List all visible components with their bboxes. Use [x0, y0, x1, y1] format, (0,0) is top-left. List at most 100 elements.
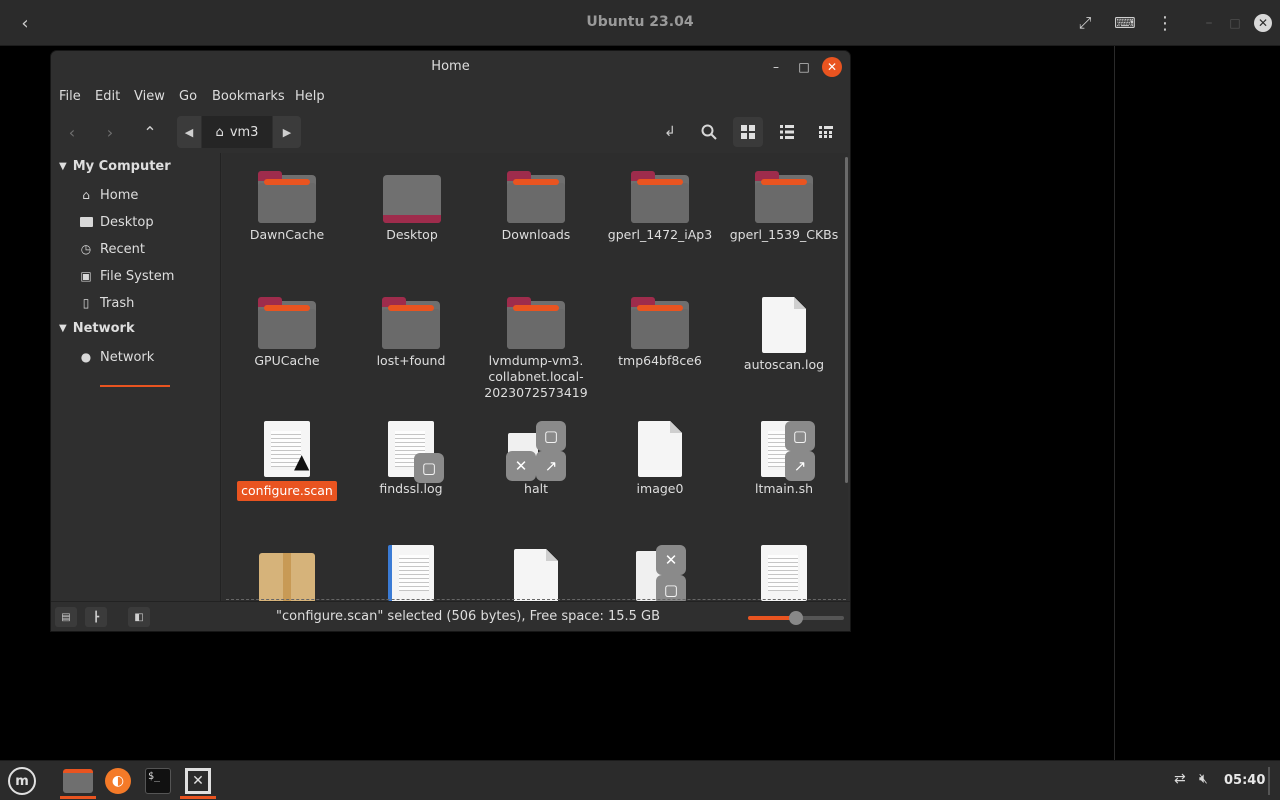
sidebar-item-network[interactable]: ● Network: [79, 347, 155, 367]
triangle-right-icon: ▶: [282, 125, 292, 139]
file-item[interactable]: Desktop: [352, 171, 472, 243]
close-button[interactable]: ✕: [822, 57, 842, 77]
file-item[interactable]: DawnCache: [227, 171, 347, 243]
taskbar-firefox-app[interactable]: ◐: [98, 763, 138, 799]
list-view-button[interactable]: [772, 117, 802, 147]
maximize-icon: □: [798, 60, 810, 74]
sidebar-item-file-system[interactable]: ▣ File System: [79, 266, 174, 286]
file-item[interactable]: ▢ findssl.log: [351, 421, 471, 497]
file-item[interactable]: Downloads: [476, 171, 596, 243]
menu-edit[interactable]: Edit: [95, 89, 120, 104]
back-button[interactable]: ‹: [57, 117, 87, 147]
sidebar-section-label: Network: [72, 321, 135, 336]
terminal-icon: $_: [145, 768, 171, 794]
file-name: autoscan.log: [743, 357, 825, 372]
path-crumb-label: vm3: [229, 124, 259, 140]
search-icon: [701, 124, 717, 140]
show-desktop-button[interactable]: [1268, 767, 1270, 795]
broken-link-file-icon: ✕ ▢: [632, 545, 688, 601]
menu-help[interactable]: Help: [295, 89, 325, 104]
file-name: gperl_1472_iAp3: [607, 227, 713, 242]
file-item-selected[interactable]: ▲ configure.scan: [227, 421, 347, 501]
path-scroll-left-button[interactable]: ◀: [177, 116, 201, 148]
sidebar-item-recent[interactable]: ◷ Recent: [79, 239, 145, 259]
file-item[interactable]: ✕ ▢: [600, 545, 720, 601]
file-item[interactable]: ▢ ↗ ltmain.sh: [724, 421, 844, 497]
file-grid: DawnCache Desktop Downloads gperl_1472_i…: [222, 153, 848, 601]
fullscreen-icon[interactable]: ⤢: [1072, 10, 1098, 36]
desktop-folder-icon: [383, 171, 441, 223]
file-manager-window: Home – □ ✕ File Edit View Go Bookmarks H…: [51, 51, 850, 631]
sidebar-item-home[interactable]: ⌂ Home: [79, 185, 138, 205]
mint-logo-icon: m: [8, 767, 36, 795]
file-name: configure.scan: [237, 481, 337, 501]
file-item[interactable]: [227, 553, 347, 601]
sidebar-item-desktop[interactable]: Desktop: [79, 212, 154, 232]
file-name: GPUCache: [254, 353, 320, 368]
sidebar-section-my-computer[interactable]: ▼ My Computer: [59, 159, 171, 174]
path-crumb-button[interactable]: ⌂ vm3: [202, 116, 272, 148]
file-item[interactable]: [476, 549, 596, 601]
viewer-header-bar: ‹ Ubuntu 23.04 ⤢ ⌨ ⋮ – □ ✕: [0, 0, 1280, 46]
menu-file[interactable]: File: [59, 89, 81, 104]
up-button[interactable]: ⌃: [135, 117, 165, 147]
folder-icon: [507, 171, 565, 223]
folder-icon: [258, 297, 316, 349]
broken-link-file-icon: ▢ ✕ ↗: [506, 421, 566, 481]
show-places-button[interactable]: ▤: [55, 607, 77, 627]
file-item[interactable]: gperl_1472_iAp3: [600, 171, 720, 243]
minimize-button[interactable]: –: [766, 57, 786, 77]
text-file-icon: [761, 545, 807, 601]
network-disconnected-icon[interactable]: ⇄: [1174, 771, 1186, 787]
sidebar-item-label: File System: [100, 268, 175, 284]
forward-button[interactable]: ›: [95, 117, 125, 147]
sidebar-item-label: Trash: [100, 295, 135, 311]
kebab-menu-icon[interactable]: ⋮: [1152, 10, 1178, 36]
file-item[interactable]: lvmdump-vm3. collabnet.local- 2023072573…: [476, 297, 596, 401]
list-icon: [780, 125, 794, 139]
scrollbar[interactable]: [845, 157, 848, 483]
search-button[interactable]: [694, 117, 724, 147]
compact-view-button[interactable]: [811, 117, 841, 147]
file-name: lost+found: [376, 353, 446, 368]
file-name: DawnCache: [249, 227, 325, 242]
maximize-icon[interactable]: □: [1222, 10, 1248, 36]
file-name: gperl_1539_CKBs: [729, 227, 839, 242]
taskbar-terminal-app[interactable]: $_: [138, 763, 178, 799]
sidebar-section-network[interactable]: ▼ Network: [59, 321, 135, 336]
start-menu-button[interactable]: m: [2, 763, 42, 799]
zoom-slider-handle[interactable]: [789, 611, 803, 625]
menu-bookmarks[interactable]: Bookmarks: [212, 89, 285, 104]
icon-view-button[interactable]: [733, 117, 763, 147]
toggle-location-button[interactable]: ↲: [655, 117, 685, 147]
zoom-slider[interactable]: [748, 611, 844, 625]
file-item[interactable]: gperl_1539_CKBs: [724, 171, 844, 243]
sidebar-item-trash[interactable]: ▯ Trash: [79, 293, 135, 313]
file-item[interactable]: GPUCache: [227, 297, 347, 369]
file-item[interactable]: tmp64bf8ce6: [600, 297, 720, 369]
viewer-close-button[interactable]: ✕: [1250, 10, 1276, 36]
keyboard-icon[interactable]: ⌨: [1112, 10, 1138, 36]
file-item[interactable]: ▢ ✕ ↗ halt: [476, 421, 596, 497]
file-item[interactable]: lost+found: [351, 297, 471, 369]
window-titlebar[interactable]: Home – □ ✕: [51, 51, 850, 83]
x-icon: ✕: [506, 451, 536, 481]
hide-sidebar-button[interactable]: ◧: [128, 607, 150, 627]
file-item[interactable]: image0: [600, 421, 720, 497]
path-scroll-right-button[interactable]: ▶: [273, 116, 301, 148]
taskbar-remote-viewer-app[interactable]: ✕: [178, 763, 218, 799]
chevron-left-icon: ‹: [68, 122, 76, 142]
globe-icon: ●: [80, 350, 92, 364]
file-item[interactable]: autoscan.log: [724, 297, 844, 373]
taskbar-files-app[interactable]: [58, 763, 98, 799]
file-item[interactable]: [724, 545, 844, 601]
show-treeview-button[interactable]: ┣: [85, 607, 107, 627]
minimize-icon[interactable]: –: [1196, 10, 1222, 36]
clock[interactable]: 05:40: [1224, 773, 1265, 788]
volume-muted-icon[interactable]: 🔇︎: [1199, 771, 1208, 787]
file-item[interactable]: [351, 545, 471, 601]
maximize-button[interactable]: □: [794, 57, 814, 77]
menu-go[interactable]: Go: [179, 89, 197, 104]
triangle-down-icon: ▼: [59, 323, 67, 334]
menu-view[interactable]: View: [134, 89, 165, 104]
